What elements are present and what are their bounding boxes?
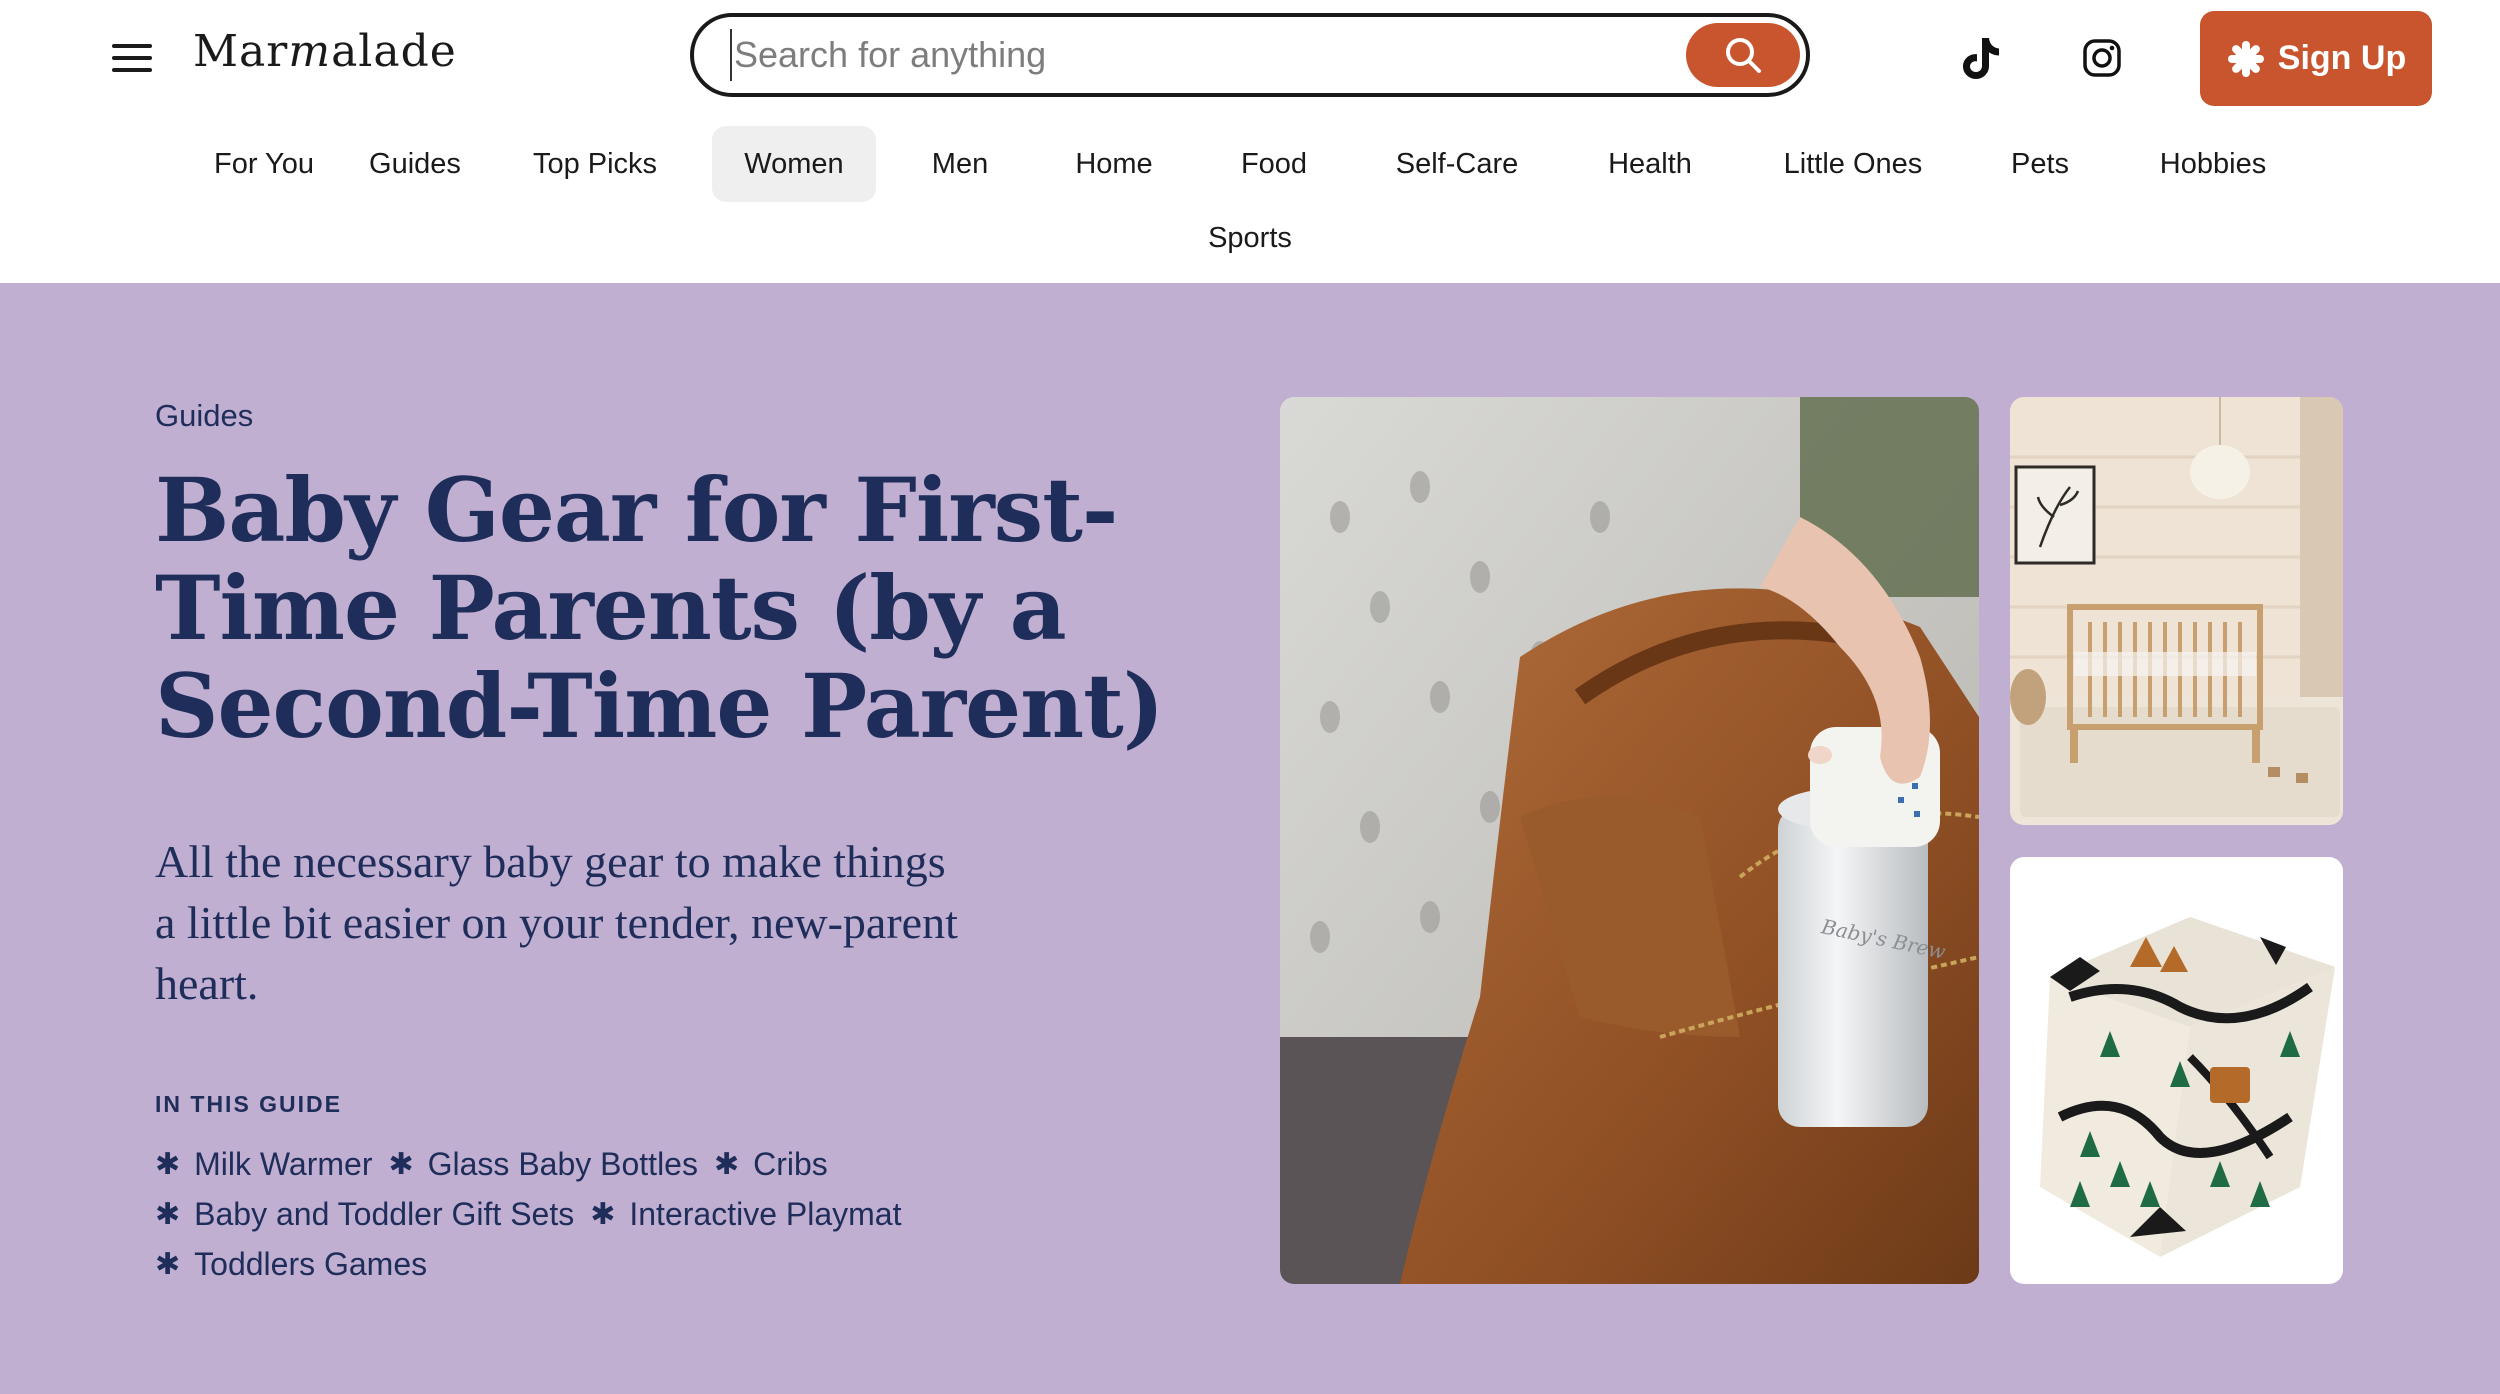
asterisk-icon: ✱ (388, 1147, 414, 1181)
guide-link-interactive-playmat[interactable]: ✱ Interactive Playmat (590, 1196, 901, 1233)
category-eyebrow-link[interactable]: Guides (155, 398, 253, 434)
search-icon (1726, 38, 1761, 73)
guide-link-glass-baby-bottles[interactable]: ✱ Glass Baby Bottles (388, 1146, 697, 1183)
guide-link-cribs[interactable]: ✱ Cribs (714, 1146, 828, 1183)
nav-item-pets[interactable]: Pets (1990, 126, 2090, 202)
nav-item-sports[interactable]: Sports (1185, 200, 1315, 276)
asterisk-icon: ✱ (155, 1147, 181, 1181)
guide-link-label: Interactive Playmat (629, 1195, 902, 1232)
asterisk-icon: ✱ (590, 1197, 616, 1231)
nursery-crib-photo[interactable] (2010, 397, 2343, 825)
nav-item-for-you[interactable]: For You (190, 126, 338, 202)
nav-item-top-picks[interactable]: Top Picks (520, 126, 670, 202)
instagram-icon[interactable] (2080, 36, 2124, 80)
asterisk-icon (2227, 40, 2264, 77)
guide-links: ✱ Milk Warmer ✱ Glass Baby Bottles ✱ Cribs … (155, 1139, 1055, 1289)
nav-item-food[interactable]: Food (1215, 126, 1333, 202)
guide-link-toddlers-games[interactable]: ✱ Toddlers Games (155, 1246, 427, 1283)
nav-item-men[interactable]: Men (910, 126, 1010, 202)
nav-item-self-care[interactable]: Self-Care (1378, 126, 1536, 202)
guide-link-label: Cribs (753, 1145, 828, 1182)
site-header: Marmalade Sign Up (0, 0, 2500, 283)
printed-cube-playmat-photo[interactable] (2010, 857, 2343, 1284)
asterisk-icon: ✱ (155, 1247, 181, 1281)
nav-item-home[interactable]: Home (1055, 126, 1173, 202)
tiktok-icon[interactable] (1958, 36, 2002, 80)
guide-heading: IN THIS GUIDE (155, 1091, 343, 1117)
nav-item-health[interactable]: Health (1590, 126, 1710, 202)
search-input[interactable] (730, 29, 1650, 81)
nav-item-women[interactable]: Women (712, 126, 876, 202)
asterisk-icon: ✱ (155, 1197, 181, 1231)
guide-link-label: Toddlers Games (194, 1245, 428, 1282)
guide-link-label: Baby and Toddler Gift Sets (194, 1195, 575, 1232)
asterisk-icon: ✱ (713, 1147, 740, 1181)
diaper-bag-with-milk-warmer-photo[interactable]: Baby's Brew (1280, 397, 1979, 1284)
page-title: Baby Gear for First-Time Parents (by a S… (155, 458, 1164, 758)
guide-link-milk-warmer[interactable]: ✱ Milk Warmer (155, 1146, 372, 1183)
search-button[interactable] (1686, 23, 1800, 87)
search-bar (690, 13, 1810, 97)
guide-link-label: Glass Baby Bottles (427, 1145, 698, 1182)
site-logo[interactable]: Marmalade (193, 26, 457, 77)
nav-item-hobbies[interactable]: Hobbies (2145, 126, 2281, 202)
sign-up-label: Sign Up (2277, 39, 2407, 77)
guide-link-label: Milk Warmer (194, 1145, 373, 1182)
page-subtitle: All the necessary baby gear to make thin… (155, 836, 958, 1009)
hero-section: Guides Baby Gear for First-Time Parents … (0, 283, 2500, 1394)
nav-item-little-ones[interactable]: Little Ones (1768, 126, 1938, 202)
sign-up-button[interactable]: Sign Up (2200, 11, 2432, 106)
guide-link-gift-sets[interactable]: ✱ Baby and Toddler Gift Sets (155, 1196, 574, 1233)
nav-item-guides[interactable]: Guides (355, 126, 475, 202)
hamburger-menu-icon[interactable] (112, 40, 152, 76)
